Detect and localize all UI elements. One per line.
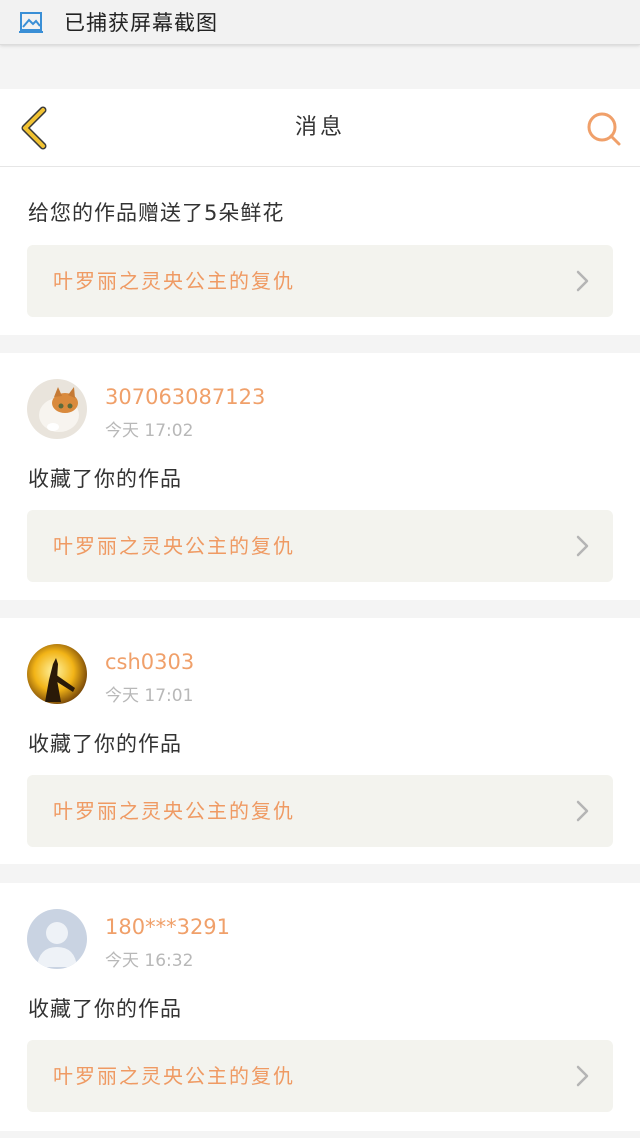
- message-card: csh0303 今天 17:01 收藏了你的作品 叶罗丽之灵央公主的复仇: [0, 618, 640, 864]
- work-title: 叶罗丽之灵央公主的复仇: [53, 1064, 295, 1088]
- search-button[interactable]: [584, 109, 624, 149]
- message-card: 180***3291 今天 16:32 收藏了你的作品 叶罗丽之灵央公主的复仇: [0, 883, 640, 1131]
- app-header: 消息: [0, 89, 640, 167]
- chevron-right-icon: [576, 1065, 589, 1087]
- avatar[interactable]: [27, 644, 87, 704]
- search-icon: [587, 112, 621, 146]
- chevron-right-icon: [576, 270, 589, 292]
- message-time: 今天 17:02: [105, 421, 194, 441]
- chevron-right-icon: [576, 800, 589, 822]
- work-title: 叶罗丽之灵央公主的复仇: [53, 799, 295, 823]
- work-link[interactable]: 叶罗丽之灵央公主的复仇: [27, 245, 613, 317]
- message-action-text: 给您的作品赠送了5朵鲜花: [28, 201, 285, 225]
- message-list[interactable]: 给您的作品赠送了5朵鲜花 叶罗丽之灵央公主的复仇 307063087123 今天…: [0, 167, 640, 1138]
- work-title: 叶罗丽之灵央公主的复仇: [53, 534, 295, 558]
- user-name[interactable]: 180***3291: [105, 915, 230, 939]
- chevron-right-icon: [576, 535, 589, 557]
- message-time: 今天 17:01: [105, 686, 194, 706]
- message-card: 307063087123 今天 17:02 收藏了你的作品 叶罗丽之灵央公主的复…: [0, 353, 640, 600]
- work-title: 叶罗丽之灵央公主的复仇: [53, 269, 295, 293]
- avatar[interactable]: [27, 379, 87, 439]
- message-action-text: 收藏了你的作品: [28, 732, 182, 756]
- avatar[interactable]: [27, 909, 87, 969]
- screenshot-icon: [18, 9, 44, 35]
- work-link[interactable]: 叶罗丽之灵央公主的复仇: [27, 1040, 613, 1112]
- message-card: 给您的作品赠送了5朵鲜花 叶罗丽之灵央公主的复仇: [0, 167, 640, 335]
- work-link[interactable]: 叶罗丽之灵央公主的复仇: [27, 775, 613, 847]
- message-action-text: 收藏了你的作品: [28, 997, 182, 1021]
- page-title: 消息: [294, 115, 345, 140]
- message-time: 今天 16:32: [105, 951, 194, 971]
- screenshot-notification[interactable]: 已捕获屏幕截图: [0, 0, 640, 45]
- work-link[interactable]: 叶罗丽之灵央公主的复仇: [27, 510, 613, 582]
- screenshot-notification-text: 已捕获屏幕截图: [64, 11, 218, 35]
- message-action-text: 收藏了你的作品: [28, 467, 182, 491]
- user-name[interactable]: csh0303: [105, 650, 194, 674]
- user-name[interactable]: 307063087123: [105, 385, 265, 409]
